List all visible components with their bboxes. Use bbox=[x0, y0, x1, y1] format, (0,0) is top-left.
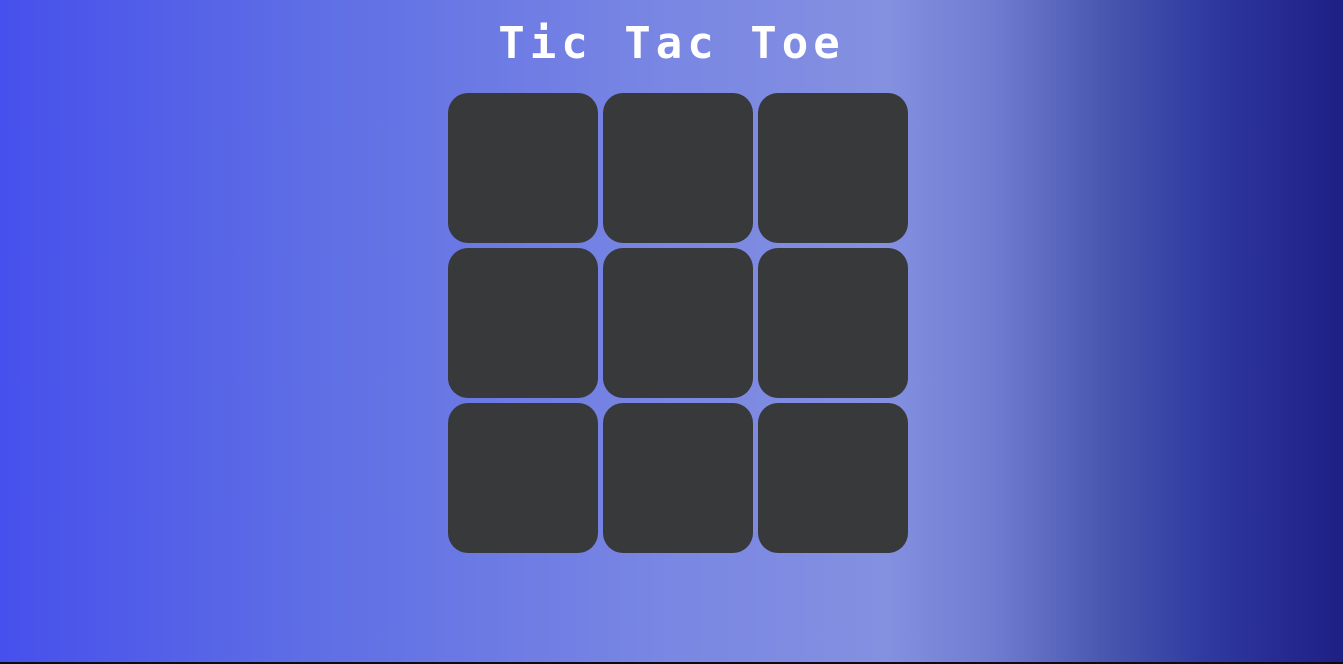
board-cell-2[interactable] bbox=[603, 93, 753, 243]
board-cell-3[interactable] bbox=[758, 93, 908, 243]
board-cell-8[interactable] bbox=[603, 403, 753, 553]
board-cell-9[interactable] bbox=[758, 403, 908, 553]
board-cell-5[interactable] bbox=[603, 248, 753, 398]
board-cell-4[interactable] bbox=[448, 248, 598, 398]
game-board bbox=[448, 93, 908, 553]
board-cell-6[interactable] bbox=[758, 248, 908, 398]
board-cell-1[interactable] bbox=[448, 93, 598, 243]
game-title: Tic Tac Toe bbox=[498, 18, 845, 69]
board-cell-7[interactable] bbox=[448, 403, 598, 553]
